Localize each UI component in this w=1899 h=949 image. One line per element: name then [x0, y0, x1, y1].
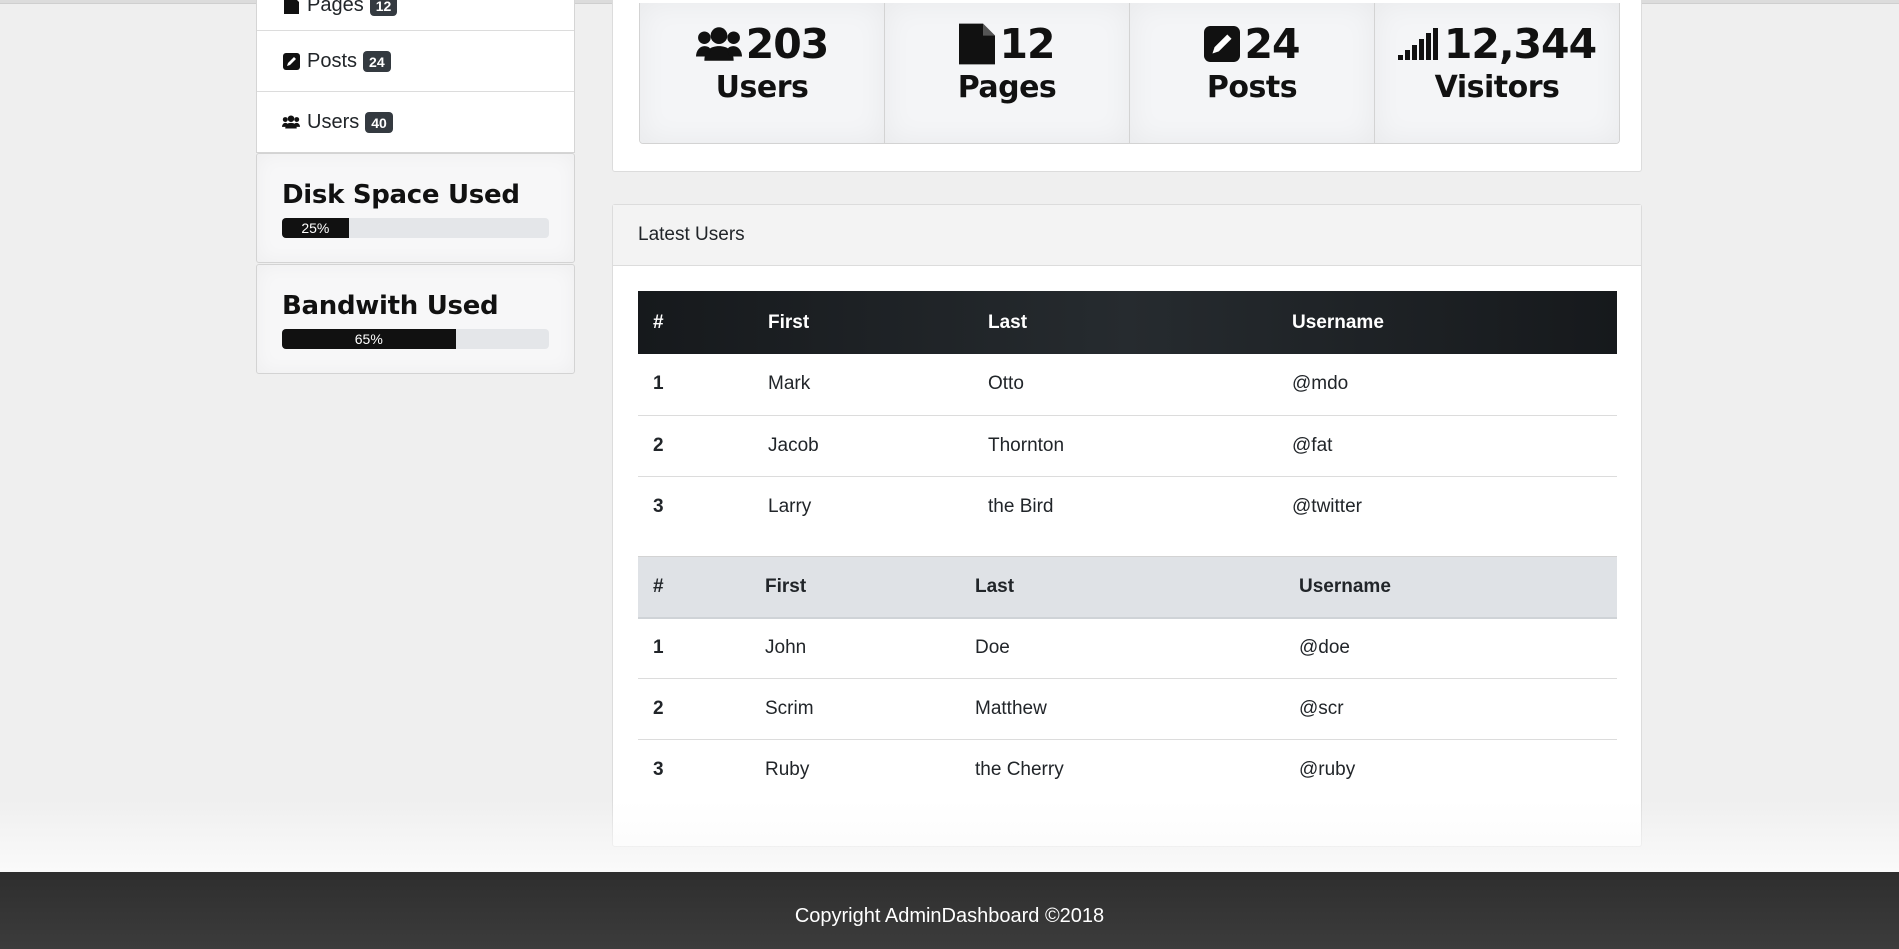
- cell-last: Doe: [975, 637, 1010, 659]
- sidebar: Pages 12 Posts 24 Users 40 Disk Space Us…: [256, 0, 575, 374]
- disk-space-progress-bar: 25%: [282, 218, 349, 238]
- cell-username: @twitter: [1292, 495, 1362, 517]
- cell-last: the Bird: [988, 495, 1054, 517]
- stat-users: 203 Users: [640, 3, 884, 143]
- stat-label: Users: [715, 70, 809, 105]
- footer: Copyright AdminDashboard ©2018: [0, 872, 1899, 949]
- bandwidth-progress: 65%: [282, 329, 549, 349]
- cell-first: Jacob: [768, 434, 819, 456]
- file-icon: [282, 0, 300, 14]
- sidebar-item-pages[interactable]: Pages 12: [257, 0, 574, 30]
- disk-space-progress: 25%: [282, 218, 549, 238]
- footer-copyright: Copyright AdminDashboard ©2018: [794, 905, 1105, 927]
- signal-icon: [1397, 28, 1440, 60]
- sidebar-item-label: Posts: [307, 49, 358, 72]
- column-header: Username: [1292, 311, 1384, 333]
- cell-index: 3: [653, 759, 664, 781]
- column-header: #: [653, 311, 664, 333]
- disk-space-title: Disk Space Used: [282, 180, 520, 210]
- users-icon: [695, 24, 742, 64]
- stat-label: Posts: [1206, 70, 1298, 105]
- stat-posts: 24 Posts: [1129, 3, 1374, 143]
- stats-row: 203 Users 12 Pages 24 Posts 12,344 Visit…: [639, 3, 1620, 144]
- sidebar-item-posts[interactable]: Posts 24: [257, 30, 574, 91]
- latest-users-table: # First Last Username 1 Mark Otto @mdo 2…: [638, 291, 1617, 537]
- column-header: Last: [988, 311, 1028, 333]
- website-overview-card: 203 Users 12 Pages 24 Posts 12,344 Visit…: [612, 0, 1642, 172]
- latest-users-title: Latest Users: [613, 205, 1641, 266]
- stat-value: 12: [999, 20, 1055, 68]
- cell-first: Scrim: [765, 698, 814, 719]
- bandwidth-title: Bandwith Used: [282, 291, 499, 321]
- sidebar-item-label: Users: [307, 110, 360, 133]
- cell-first: Mark: [768, 373, 811, 395]
- table-row: 3 Larry the Bird @twitter: [638, 476, 1617, 537]
- pencil-icon: [1204, 26, 1241, 62]
- stat-value: 24: [1244, 20, 1300, 68]
- stat-visitors: 12,344 Visitors: [1374, 3, 1619, 143]
- cell-first: Larry: [768, 495, 812, 517]
- sidebar-item-label: Pages: [307, 0, 364, 16]
- column-header: Last: [975, 575, 1015, 597]
- bandwidth-panel: Bandwith Used 65%: [256, 264, 575, 374]
- cell-last: Matthew: [975, 698, 1047, 719]
- column-header: First: [765, 575, 807, 597]
- column-header: #: [653, 575, 664, 597]
- count-badge: 24: [363, 50, 391, 72]
- disk-space-panel: Disk Space Used 25%: [256, 153, 575, 263]
- latest-users-card: Latest Users # First Last Username 1 Mar…: [612, 204, 1642, 847]
- stat-value: 203: [745, 20, 830, 68]
- cell-index: 1: [653, 637, 664, 659]
- cell-last: Thornton: [988, 434, 1065, 456]
- table-header-row: # First Last Username: [638, 291, 1617, 354]
- count-badge: 12: [369, 0, 398, 16]
- cell-index: 3: [653, 495, 664, 517]
- users-icon: [282, 113, 300, 131]
- cell-first: Ruby: [765, 759, 810, 781]
- table-row: 2 Scrim Matthew @scr: [638, 679, 1617, 740]
- stat-value: 12,344: [1443, 20, 1597, 68]
- bandwidth-progress-bar: 65%: [282, 329, 456, 349]
- file-icon: [959, 23, 996, 65]
- cell-username: @fat: [1292, 434, 1333, 456]
- sidebar-nav: Pages 12 Posts 24 Users 40: [256, 0, 575, 153]
- table-row: 3 Ruby the Cherry @ruby: [638, 740, 1617, 801]
- cell-username: @ruby: [1299, 759, 1356, 781]
- cell-index: 1: [653, 373, 664, 395]
- pencil-icon: [282, 52, 300, 70]
- table-header-row: # First Last Username: [638, 556, 1617, 618]
- cell-username: @doe: [1299, 637, 1350, 659]
- cell-last: the Cherry: [975, 759, 1064, 781]
- latest-users-table-2: # First Last Username 1 John Doe @doe 2 …: [638, 556, 1617, 801]
- stat-pages: 12 Pages: [884, 3, 1129, 143]
- cell-username: @scr: [1299, 698, 1344, 719]
- column-header: Username: [1299, 575, 1391, 597]
- table-row: 2 Jacob Thornton @fat: [638, 415, 1617, 476]
- column-header: First: [768, 311, 810, 333]
- stat-label: Visitors: [1434, 70, 1560, 105]
- cell-index: 2: [653, 434, 664, 456]
- cell-index: 2: [653, 698, 664, 719]
- sidebar-item-users[interactable]: Users 40: [257, 91, 574, 152]
- cell-username: @mdo: [1292, 373, 1349, 395]
- cell-first: John: [765, 637, 807, 659]
- table-row: 1 John Doe @doe: [638, 618, 1617, 679]
- stat-label: Pages: [957, 70, 1057, 105]
- cell-last: Otto: [988, 373, 1024, 395]
- count-badge: 40: [365, 111, 393, 133]
- table-row: 1 Mark Otto @mdo: [638, 354, 1617, 415]
